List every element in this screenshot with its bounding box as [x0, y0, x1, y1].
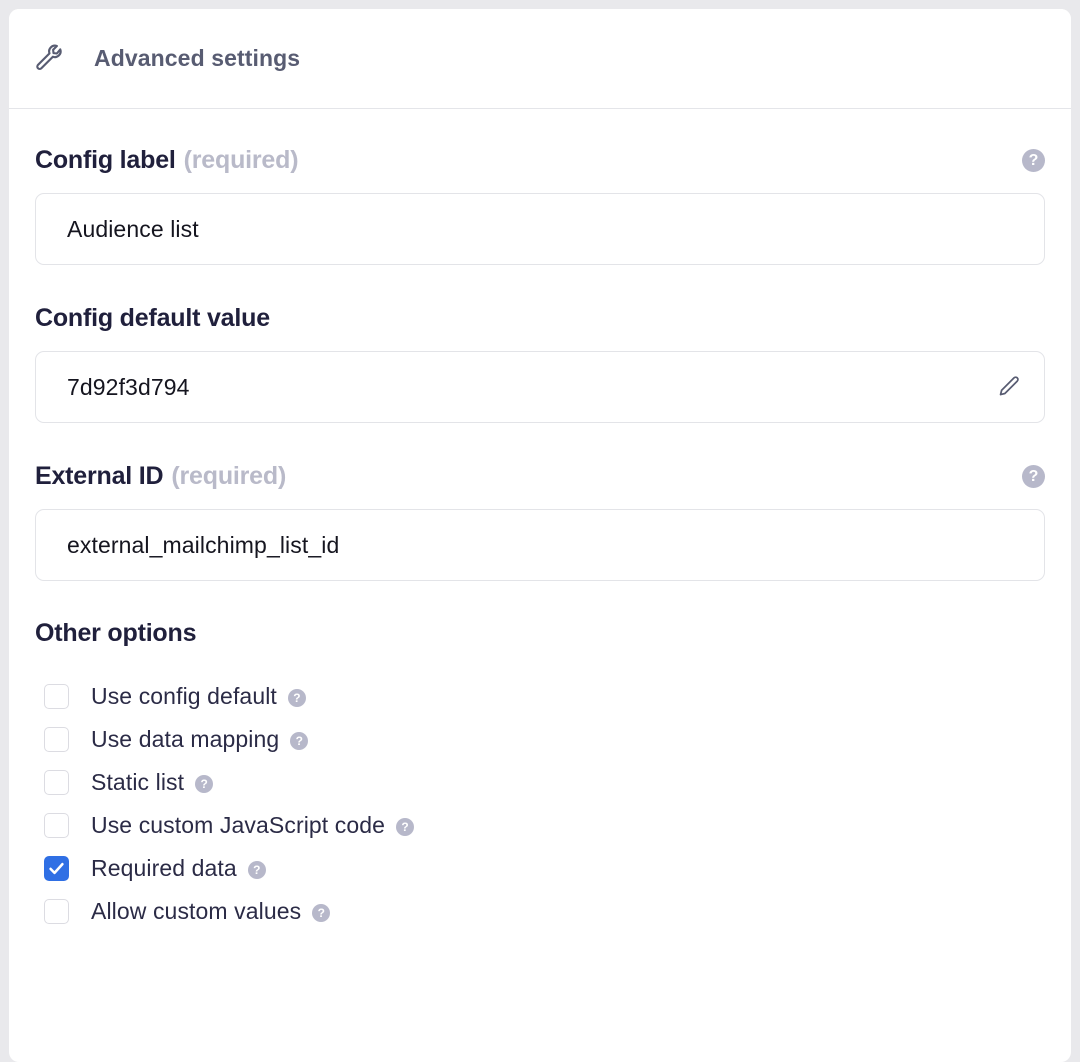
pencil-icon[interactable]	[994, 372, 1024, 402]
option-use-custom-javascript-code[interactable]: Use custom JavaScript code ?	[35, 804, 1045, 847]
external-id-input-wrapper[interactable]	[35, 509, 1045, 581]
option-label: Use data mapping	[91, 726, 279, 753]
help-icon[interactable]: ?	[312, 904, 330, 922]
field-label: Config label	[35, 146, 176, 174]
required-tag: (required)	[171, 462, 286, 490]
help-icon[interactable]: ?	[1022, 465, 1045, 488]
wrench-icon	[35, 44, 65, 74]
field-label-group: External ID (required)	[35, 462, 286, 491]
field-config-label: Config label (required) ?	[35, 145, 1045, 265]
checkbox-required-data[interactable]	[44, 856, 69, 881]
required-tag: (required)	[184, 146, 299, 174]
config-default-value-input[interactable]	[36, 352, 1044, 422]
external-id-input[interactable]	[36, 510, 1044, 580]
help-icon[interactable]: ?	[248, 861, 266, 879]
field-header: Config default value	[35, 303, 1045, 333]
config-default-value-input-wrapper[interactable]	[35, 351, 1045, 423]
page-title: Advanced settings	[94, 45, 300, 72]
other-options-title: Other options	[35, 619, 1045, 648]
checkbox-use-custom-javascript-code[interactable]	[44, 813, 69, 838]
advanced-settings-card: Advanced settings Config label (required)…	[9, 9, 1071, 1062]
option-label: Use config default	[91, 683, 277, 710]
field-header: External ID (required) ?	[35, 461, 1045, 491]
help-icon[interactable]: ?	[396, 818, 414, 836]
option-label: Allow custom values	[91, 898, 301, 925]
page-root: Advanced settings Config label (required)…	[0, 0, 1080, 1062]
field-external-id: External ID (required) ?	[35, 461, 1045, 581]
option-label: Use custom JavaScript code	[91, 812, 385, 839]
option-required-data[interactable]: Required data ?	[35, 847, 1045, 890]
help-icon[interactable]: ?	[1022, 149, 1045, 172]
field-label: External ID	[35, 462, 163, 490]
checkbox-allow-custom-values[interactable]	[44, 899, 69, 924]
field-header: Config label (required) ?	[35, 145, 1045, 175]
option-use-config-default[interactable]: Use config default ?	[35, 675, 1045, 718]
config-label-input[interactable]	[36, 194, 1044, 264]
option-allow-custom-values[interactable]: Allow custom values ?	[35, 890, 1045, 933]
help-icon[interactable]: ?	[195, 775, 213, 793]
option-label: Required data	[91, 855, 237, 882]
other-options-section: Other options Use config default ? Use d…	[35, 619, 1045, 933]
option-use-data-mapping[interactable]: Use data mapping ?	[35, 718, 1045, 761]
field-label-group: Config default value	[35, 304, 270, 333]
option-label: Static list	[91, 769, 184, 796]
card-header: Advanced settings	[9, 9, 1071, 109]
checkbox-use-data-mapping[interactable]	[44, 727, 69, 752]
option-static-list[interactable]: Static list ?	[35, 761, 1045, 804]
help-icon[interactable]: ?	[290, 732, 308, 750]
field-config-default-value: Config default value	[35, 303, 1045, 423]
field-label: Config default value	[35, 304, 270, 332]
help-icon[interactable]: ?	[288, 689, 306, 707]
card-body: Config label (required) ? Config default …	[9, 109, 1071, 1062]
checkbox-static-list[interactable]	[44, 770, 69, 795]
config-label-input-wrapper[interactable]	[35, 193, 1045, 265]
checkbox-use-config-default[interactable]	[44, 684, 69, 709]
field-label-group: Config label (required)	[35, 146, 298, 175]
